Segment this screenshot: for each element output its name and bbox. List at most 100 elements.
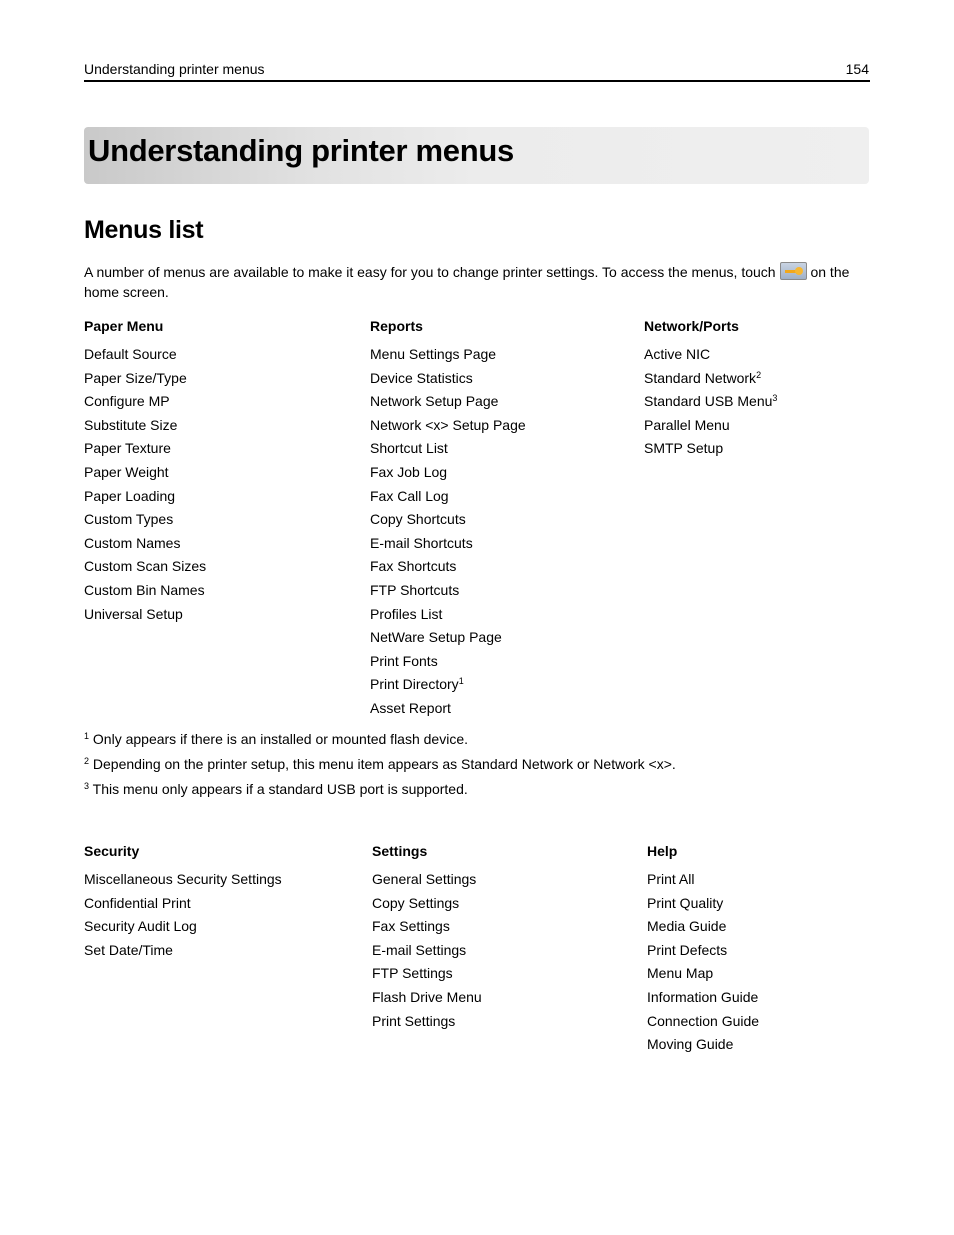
menu-item-label: Media Guide xyxy=(647,918,727,935)
menu-item-label: Default Source xyxy=(84,346,177,362)
menu-group-reports: Reports Menu Settings Page Device Statisti… xyxy=(370,316,526,722)
menu-item: Parallel Menu xyxy=(644,415,777,439)
menu-item: Fax Call Log xyxy=(370,486,526,510)
intro-text: A number of menus are available to make … xyxy=(84,264,776,280)
footnote: 1 Only appears if there is an installed … xyxy=(84,729,676,754)
menu-item-label: Security Audit Log xyxy=(84,918,197,935)
menu-item-label: Paper Loading xyxy=(84,487,176,504)
menu-item-label: Universal Setup xyxy=(84,605,183,622)
page-number: 154 xyxy=(845,61,869,77)
menu-item: General Settings xyxy=(372,869,482,893)
menu-group-title: Network/Ports xyxy=(644,318,739,334)
menu-item: Menu Map xyxy=(647,963,759,987)
menu-item-label: Standard Network xyxy=(644,369,757,386)
menu-item: Paper Loading xyxy=(84,486,206,510)
menu-group-settings: Settings General Settings Copy Settings Fax… xyxy=(372,841,482,1034)
menu-item-label: Paper Weight xyxy=(84,463,169,480)
footnote-text: Depending on the printer setup, this men… xyxy=(89,756,676,772)
menu-item-label: Print Directory xyxy=(370,676,459,693)
menu-group-network-ports: Network/Ports Active NIC Standard Network2… xyxy=(644,316,777,462)
menu-item-label: Device Statistics xyxy=(370,369,473,386)
menu-item-label: Miscellaneous Security Settings xyxy=(84,871,282,887)
menu-item-label: Print Quality xyxy=(647,894,724,911)
menu-item: Universal Setup xyxy=(84,604,206,628)
menu-item: Active NIC xyxy=(644,344,777,368)
menu-item: Custom Types xyxy=(84,509,206,533)
menu-item-label: E-mail Shortcuts xyxy=(370,534,473,551)
menu-item: E-mail Shortcuts xyxy=(370,533,526,557)
footnote-reference: 2 xyxy=(756,369,762,380)
menu-item-label: Flash Drive Menu xyxy=(372,988,482,1005)
menu-item-label: Print Fonts xyxy=(370,652,438,669)
footnote: 2 Depending on the printer setup, this m… xyxy=(84,754,676,779)
menu-item-label: Standard USB Menu xyxy=(644,393,773,410)
menu-item: Configure MP xyxy=(84,391,206,415)
menu-item: Paper Size/Type xyxy=(84,368,206,392)
menu-item: E-mail Settings xyxy=(372,940,482,964)
menu-item-label: Fax Job Log xyxy=(370,463,448,480)
menu-item-label: Menu Map xyxy=(647,965,714,982)
menu-group-title: Paper Menu xyxy=(84,318,164,334)
menu-item-label: Copy Shortcuts xyxy=(370,511,466,528)
menu-item: Profiles List xyxy=(370,604,526,628)
footnotes: 1 Only appears if there is an installed … xyxy=(84,729,676,804)
menu-item-label: Paper Size/Type xyxy=(84,369,187,386)
menu-item-label: Copy Settings xyxy=(372,894,460,911)
footnote: 3 This menu only appears if a standard U… xyxy=(84,779,676,804)
menu-item-label: Asset Report xyxy=(370,699,451,716)
footnote-text: This menu only appears if a standard USB… xyxy=(89,781,468,797)
menu-item-label: Network <x> Setup Page xyxy=(370,416,526,433)
menu-item: Asset Report xyxy=(370,698,526,722)
menu-item: Print Settings xyxy=(372,1011,482,1035)
menu-item-label: FTP Settings xyxy=(372,965,453,982)
menu-item-label: Print Settings xyxy=(372,1012,456,1029)
menu-item: Custom Bin Names xyxy=(84,580,206,604)
menu-item: Standard USB Menu3 xyxy=(644,391,777,415)
menu-item: Print All xyxy=(647,869,759,893)
menu-item-label: General Settings xyxy=(372,871,477,887)
menu-item: Information Guide xyxy=(647,987,759,1011)
menu-item: FTP Shortcuts xyxy=(370,580,526,604)
menu-item: Set Date/Time xyxy=(84,940,282,964)
menu-item-label: Fax Shortcuts xyxy=(370,558,457,575)
menu-item: Security Audit Log xyxy=(84,916,282,940)
menu-item: Paper Weight xyxy=(84,462,206,486)
menu-item: FTP Settings xyxy=(372,963,482,987)
home-menu-icon xyxy=(779,262,807,280)
menu-item: Paper Texture xyxy=(84,438,206,462)
menu-item: Print Quality xyxy=(647,893,759,917)
menu-item: Fax Shortcuts xyxy=(370,556,526,580)
menu-group-title: Help xyxy=(647,843,678,859)
menu-group-security: Security Miscellaneous Security Settings C… xyxy=(84,841,282,963)
menu-item: Network Setup Page xyxy=(370,391,526,415)
menu-item: Print Fonts xyxy=(370,651,526,675)
menu-item-label: Shortcut List xyxy=(370,440,448,457)
menu-item-label: Configure MP xyxy=(84,393,170,410)
header-title: Understanding printer menus xyxy=(84,61,265,77)
menu-item: Shortcut List xyxy=(370,438,526,462)
menu-item-label: Network Setup Page xyxy=(370,393,499,410)
menu-item: Copy Settings xyxy=(372,893,482,917)
menu-item: Print Defects xyxy=(647,940,759,964)
chapter-banner: Understanding printer menus xyxy=(84,127,869,184)
menu-item: SMTP Setup xyxy=(644,438,777,462)
menu-item-label: Custom Types xyxy=(84,511,174,528)
menu-item: Copy Shortcuts xyxy=(370,509,526,533)
menu-item-label: Set Date/Time xyxy=(84,941,173,958)
header-divider xyxy=(84,80,870,82)
menu-item: NetWare Setup Page xyxy=(370,627,526,651)
menu-item-label: Confidential Print xyxy=(84,894,191,911)
menu-item-label: Custom Scan Sizes xyxy=(84,558,207,575)
menu-item-label: Print Defects xyxy=(647,941,728,958)
intro-paragraph: A number of menus are available to make … xyxy=(84,262,874,302)
menu-item: Custom Scan Sizes xyxy=(84,556,206,580)
menu-item: Fax Job Log xyxy=(370,462,526,486)
menu-item-label: Paper Texture xyxy=(84,440,171,457)
menu-item-label: Fax Settings xyxy=(372,918,450,935)
menu-item-label: E-mail Settings xyxy=(372,941,467,958)
menu-group-paper-menu: Paper Menu Default Source Paper Size/Type C… xyxy=(84,316,206,627)
menu-group-help: Help Print All Print Quality Media Guide Pri… xyxy=(647,841,759,1058)
menu-group-title: Reports xyxy=(370,318,423,334)
chapter-title: Understanding printer menus xyxy=(88,133,514,168)
footnote-text: Only appears if there is an installed or… xyxy=(89,731,468,747)
